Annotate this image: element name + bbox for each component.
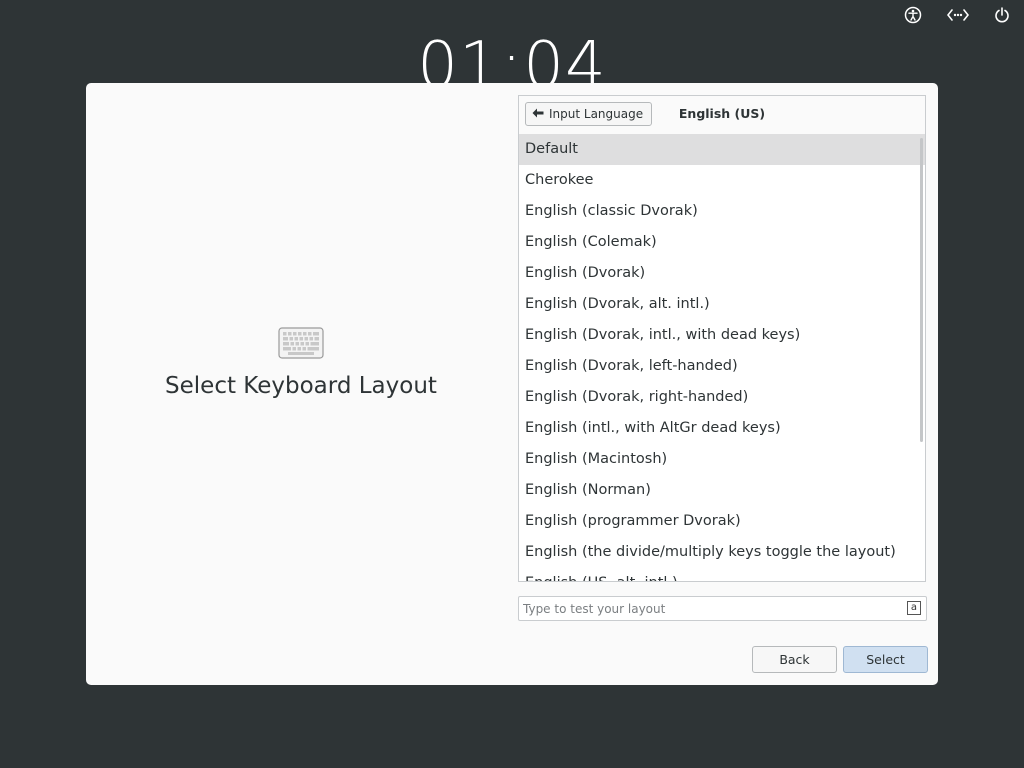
test-layout-input[interactable] <box>518 596 927 621</box>
list-item[interactable]: Default <box>519 134 925 165</box>
page-title: Select Keyboard Layout <box>165 373 437 399</box>
list-item[interactable]: English (Macintosh) <box>519 444 925 475</box>
list-item[interactable]: English (Dvorak, left-handed) <box>519 351 925 382</box>
keyboard-layout-dialog: Select Keyboard Layout Input Language En… <box>86 83 938 685</box>
keyboard-icon <box>278 327 324 363</box>
arrow-left-icon <box>532 107 544 121</box>
list-header: Input Language English (US) <box>519 96 925 135</box>
input-language-button[interactable]: Input Language <box>525 102 653 126</box>
power-icon[interactable] <box>991 5 1013 25</box>
list-scrollbar[interactable] <box>920 138 923 442</box>
accessibility-icon[interactable] <box>902 5 924 25</box>
keyboard-input-icon[interactable]: a <box>907 601 921 615</box>
list-item[interactable]: English (Norman) <box>519 475 925 506</box>
list-item[interactable]: English (intl., with AltGr dead keys) <box>519 413 925 444</box>
list-item[interactable]: English (the divide/multiply keys toggle… <box>519 537 925 568</box>
list-item[interactable]: English (Colemak) <box>519 227 925 258</box>
list-item[interactable]: English (classic Dvorak) <box>519 196 925 227</box>
list-item[interactable]: English (programmer Dvorak) <box>519 506 925 537</box>
list-item[interactable]: English (Dvorak) <box>519 258 925 289</box>
list-item[interactable]: Cherokee <box>519 165 925 196</box>
input-language-label: Input Language <box>549 107 644 121</box>
list-item[interactable]: English (Dvorak, alt. intl.) <box>519 289 925 320</box>
back-button[interactable]: Back <box>752 646 837 673</box>
layout-list-frame: Input Language English (US) Default Chero… <box>518 95 926 582</box>
network-icon[interactable] <box>947 5 969 25</box>
list-item[interactable]: English (US, alt. intl.) <box>519 568 925 581</box>
list-item[interactable]: English (Dvorak, right-handed) <box>519 382 925 413</box>
layout-list[interactable]: Default Cherokee English (classic Dvorak) E… <box>519 134 925 581</box>
select-button[interactable]: Select <box>843 646 928 673</box>
language-title: English (US) <box>678 106 766 121</box>
left-pane: Select Keyboard Layout <box>86 83 516 685</box>
list-item[interactable]: English (Dvorak, intl., with dead keys) <box>519 320 925 351</box>
